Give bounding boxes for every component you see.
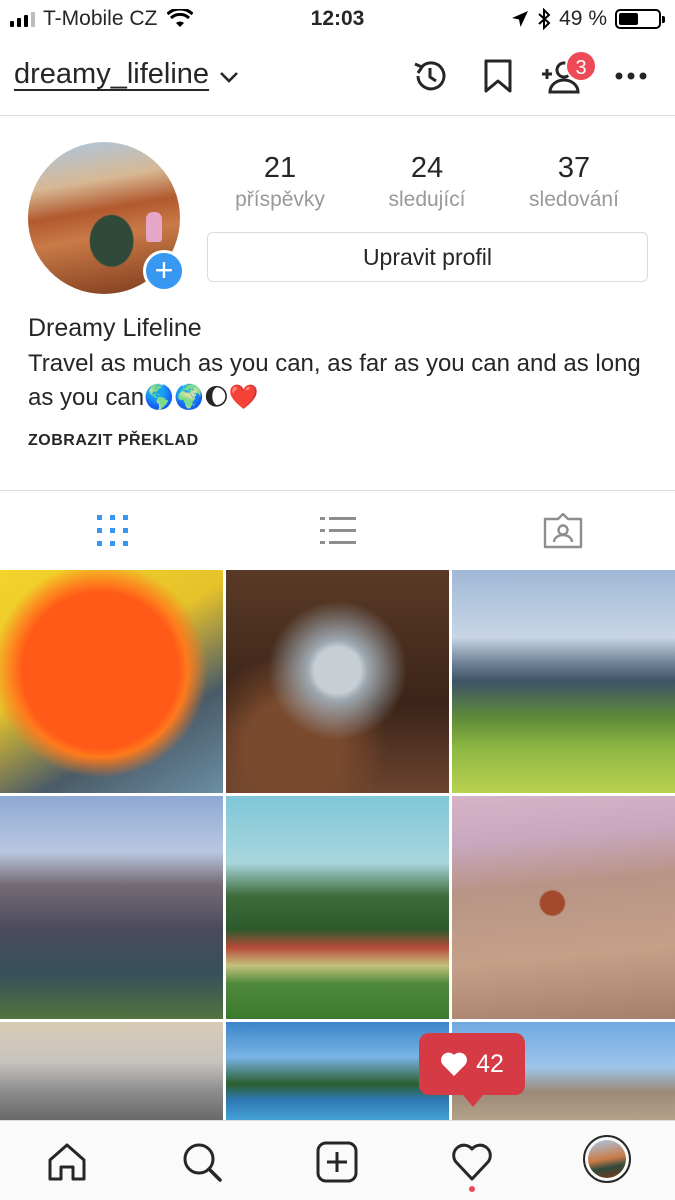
post-thumbnail[interactable] xyxy=(226,1022,449,1122)
stat-followers[interactable]: 24 sledující xyxy=(357,152,497,212)
profile-header-bar: dreamy_lifeline 3 xyxy=(0,40,675,116)
profile-tab-avatar[interactable] xyxy=(583,1135,631,1183)
status-bar: T-Mobile CZ 12:03 49 % xyxy=(0,0,675,40)
bottom-navigation xyxy=(0,1120,675,1200)
likes-notification-bubble[interactable]: 42 xyxy=(419,1033,525,1107)
chevron-down-icon xyxy=(220,71,238,83)
avatar-person xyxy=(146,212,162,242)
battery-icon xyxy=(615,9,665,29)
profile-view-tabs xyxy=(0,490,675,570)
edit-profile-button[interactable]: Upravit profil xyxy=(207,232,648,282)
followers-count: 24 xyxy=(410,152,444,184)
archive-history-icon[interactable] xyxy=(410,56,450,96)
grid-icon[interactable] xyxy=(93,513,133,549)
likes-count: 42 xyxy=(476,1049,504,1078)
add-story-plus-icon[interactable]: + xyxy=(143,250,185,292)
status-right: 49 % xyxy=(511,7,665,31)
post-thumbnail[interactable] xyxy=(452,796,675,1019)
battery-percent: 49 % xyxy=(559,7,607,30)
post-thumbnail[interactable] xyxy=(226,570,449,793)
tagged-icon[interactable] xyxy=(543,513,583,549)
location-arrow-icon xyxy=(512,11,529,27)
stat-following[interactable]: 37 sledování xyxy=(504,152,644,212)
followers-label: sledující xyxy=(388,188,466,211)
bookmark-icon[interactable] xyxy=(478,56,518,96)
profile-tab-avatar-image xyxy=(588,1140,626,1178)
post-thumbnail[interactable] xyxy=(0,1022,223,1122)
stat-posts[interactable]: 21 příspěvky xyxy=(210,152,350,212)
following-count: 37 xyxy=(557,152,591,184)
post-thumbnail[interactable] xyxy=(0,796,223,1019)
heart-icon xyxy=(441,1052,468,1076)
post-thumbnail[interactable] xyxy=(0,570,223,793)
bluetooth-icon xyxy=(538,8,551,30)
add-post-icon[interactable] xyxy=(316,1141,358,1183)
more-options-icon[interactable] xyxy=(612,56,652,96)
activity-indicator-dot xyxy=(469,1186,475,1192)
battery-level xyxy=(619,13,638,25)
search-icon[interactable] xyxy=(181,1141,223,1183)
profile-bio: Travel as much as you can, as far as you… xyxy=(28,350,641,411)
activity-heart-icon[interactable] xyxy=(451,1141,493,1183)
username: dreamy_lifeline xyxy=(14,58,210,90)
posts-count: 21 xyxy=(263,152,297,184)
see-translation-link[interactable]: ZOBRAZIT PŘEKLAD xyxy=(28,432,199,450)
post-thumbnail[interactable] xyxy=(226,796,449,1019)
posts-label: příspěvky xyxy=(235,188,325,211)
home-icon[interactable] xyxy=(46,1141,88,1183)
post-thumbnail[interactable] xyxy=(452,570,675,793)
profile-full-name: Dreamy Lifeline xyxy=(28,314,202,342)
following-label: sledování xyxy=(529,188,619,211)
notification-badge: 3 xyxy=(565,50,597,82)
username-switcher[interactable]: dreamy_lifeline xyxy=(14,58,239,91)
list-icon[interactable] xyxy=(318,513,358,549)
